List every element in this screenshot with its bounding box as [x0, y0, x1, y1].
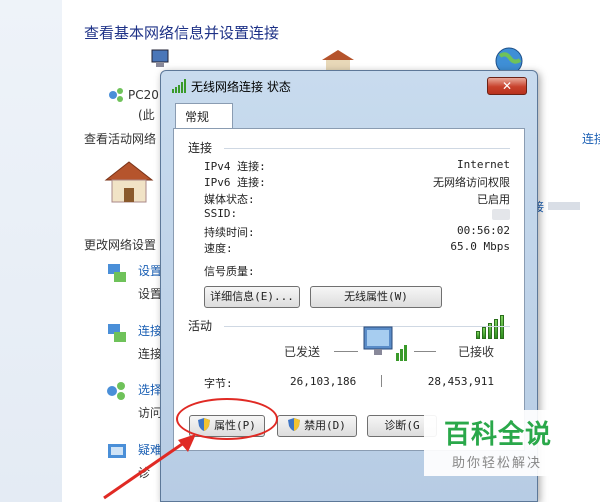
watermark-subtitle: 助你轻松解决	[452, 456, 543, 471]
duration-label: 持续时间:	[204, 226, 255, 239]
close-button[interactable]: ✕	[487, 77, 527, 95]
media-state-value: 已启用	[477, 193, 510, 206]
wireless-properties-button[interactable]: 无线属性(W)	[310, 286, 442, 308]
watermark: 百科全说 助你轻松解决	[424, 410, 576, 476]
home-network-icon	[104, 161, 154, 203]
signal-bar	[482, 327, 486, 339]
bytes-sent: 26,103,186	[290, 375, 357, 388]
pc-subtitle: (此	[138, 108, 155, 122]
divider	[224, 148, 510, 149]
connect-link[interactable]: 连接	[582, 130, 600, 147]
ipv4-label: IPv4 连接:	[204, 160, 266, 173]
tab-strip: 常规	[169, 103, 529, 129]
page-title: 查看基本网络信息并设置连接	[84, 24, 280, 42]
sent-label: 已发送	[284, 345, 321, 359]
watermark-logo: 百科全说	[444, 420, 553, 450]
signal-bar	[476, 331, 480, 339]
network-pc-icon	[151, 49, 169, 67]
change-settings-heading: 更改网络设置	[84, 238, 157, 252]
signal-quality-label: 信号质量:	[204, 265, 255, 278]
dialog-titlebar[interactable]: 无线网络连接 状态 ✕	[161, 71, 537, 99]
setup-connection-link[interactable]: 设置	[138, 262, 162, 279]
media-state-label: 媒体状态:	[204, 193, 255, 206]
ipv6-value: 无网络访问权限	[433, 176, 510, 189]
bytes-separator	[381, 375, 382, 387]
ipv6-label: IPv6 连接:	[204, 176, 266, 189]
activity-group-title: 活动	[188, 319, 213, 333]
homegroup-link[interactable]: 选择	[138, 381, 162, 398]
pc-small-icon	[109, 88, 123, 102]
signal-bar	[494, 319, 498, 339]
dialog-title: 无线网络连接 状态	[191, 80, 291, 94]
setup-connection-desc: 设置	[138, 287, 163, 301]
disable-button-label: 禁用(D)	[304, 419, 346, 432]
ipv4-value: Internet	[457, 158, 510, 171]
duration-value: 00:56:02	[457, 224, 510, 237]
tab-general[interactable]: 常规	[175, 103, 233, 129]
homegroup-icon	[107, 382, 125, 400]
homegroup-desc: 访问	[138, 406, 163, 420]
ssid-blurred-value	[492, 209, 510, 220]
speed-label: 速度:	[204, 242, 233, 255]
received-label: 已接收	[458, 345, 495, 359]
received-dash	[414, 351, 436, 352]
signal-quality-meter	[476, 315, 508, 339]
uac-shield-icon	[288, 418, 301, 431]
connect-network-icon	[108, 324, 126, 342]
signal-bars-icon	[172, 79, 186, 93]
connection-group-title: 连接	[188, 141, 213, 155]
active-networks-heading: 查看活动网络	[84, 132, 157, 146]
speed-value: 65.0 Mbps	[450, 240, 510, 253]
setup-connection-icon	[108, 264, 126, 282]
sent-dash	[334, 351, 358, 352]
connect-network-desc: 连接	[138, 347, 163, 361]
details-button[interactable]: 详细信息(E)...	[204, 286, 300, 308]
activity-computer-icon	[363, 326, 407, 361]
bytes-label: 字节:	[204, 377, 233, 390]
red-arrow-annotation	[103, 434, 196, 500]
ssid-label: SSID:	[204, 207, 238, 220]
connect-network-link[interactable]: 连接	[138, 322, 162, 339]
disable-button[interactable]: 禁用(D)	[277, 415, 357, 437]
blurred-text	[548, 202, 580, 210]
network-house-icon	[322, 50, 354, 72]
bytes-received: 28,453,911	[427, 375, 494, 388]
left-navigation-strip	[0, 0, 62, 502]
close-icon: ✕	[501, 79, 513, 93]
signal-bar	[500, 315, 504, 339]
